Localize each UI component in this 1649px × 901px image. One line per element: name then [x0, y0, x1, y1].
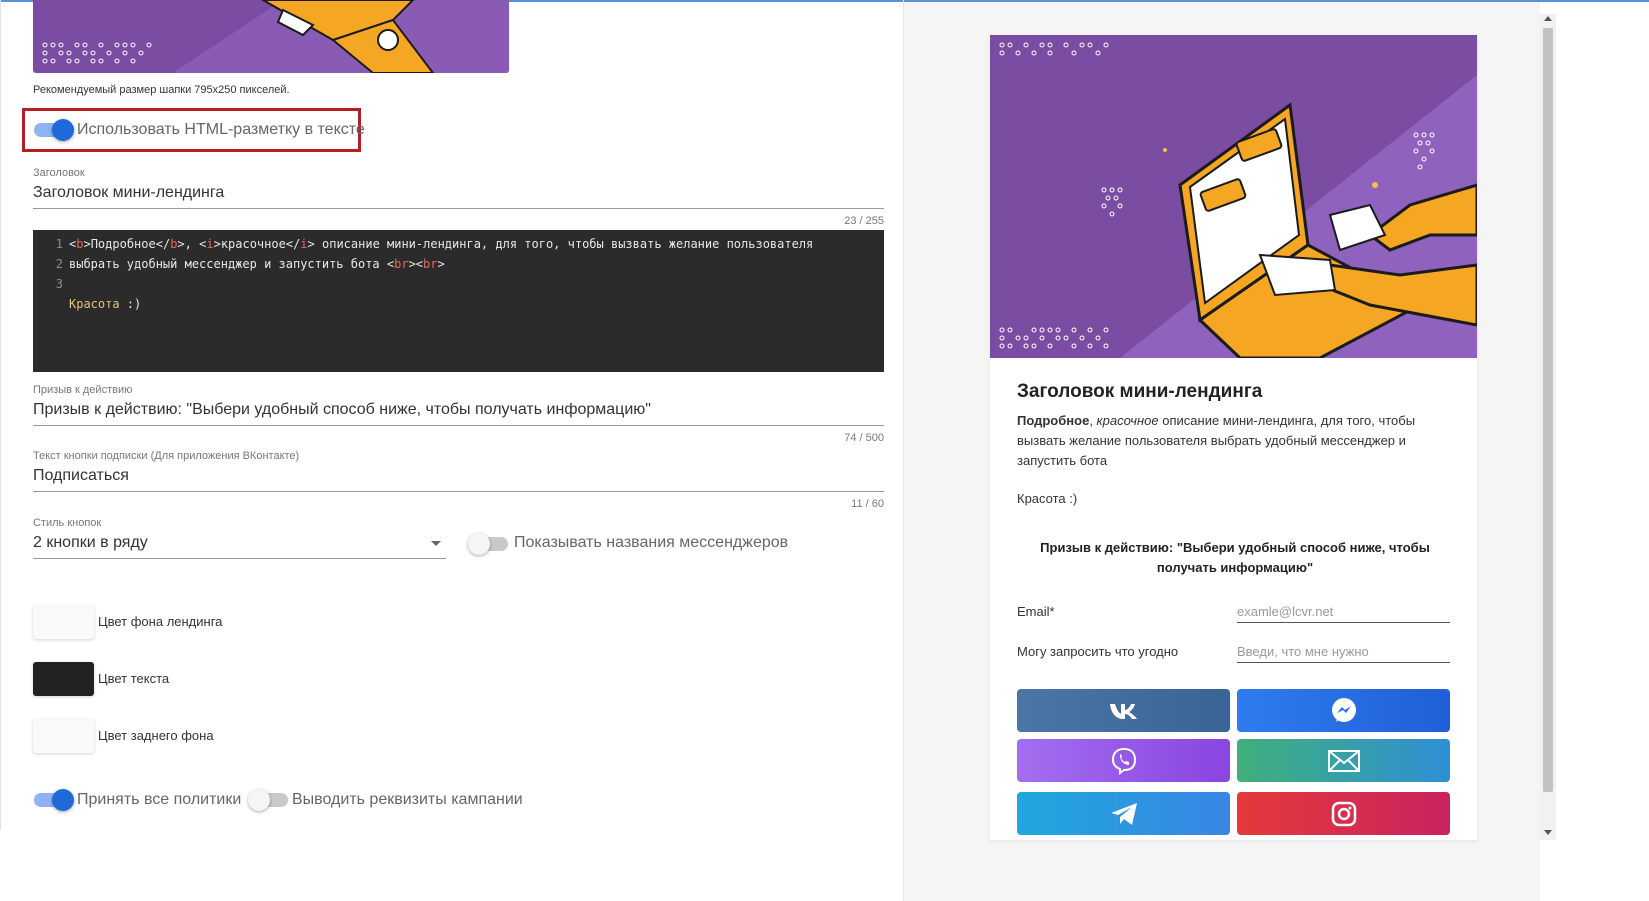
- cta-underline: [33, 425, 884, 426]
- show-names-label: Показывать названия мессенджеров: [514, 534, 789, 551]
- email-button[interactable]: [1237, 739, 1450, 782]
- subscribe-input[interactable]: Подписаться: [33, 467, 129, 485]
- header-size-hint: Рекомендуемый размер шапки 795x250 пиксе…: [33, 84, 290, 96]
- subscribe-counter: 11 / 60: [851, 498, 884, 510]
- preview-description: Подробное, красочное описание мини-ленди…: [1017, 413, 1416, 468]
- title-caption: Заголовок: [33, 167, 85, 179]
- html-code-editor[interactable]: 1 2 3 <b>Подробное</b>, <i>красочное</i>…: [33, 230, 884, 372]
- button-style-select[interactable]: 2 кнопки в ряду: [33, 534, 148, 552]
- vk-icon: [1109, 703, 1137, 719]
- messenger-button[interactable]: [1237, 689, 1450, 732]
- instagram-icon: [1331, 801, 1356, 826]
- request-label: Могу запросить что угодно: [1017, 644, 1179, 659]
- scrollbar-thumb[interactable]: [1543, 28, 1553, 792]
- vk-button[interactable]: [1017, 689, 1230, 732]
- title-counter: 23 / 255: [844, 215, 884, 227]
- switch-knob: [52, 789, 74, 811]
- chevron-down-icon[interactable]: [431, 541, 441, 546]
- preview-title: Заголовок мини-лендинга: [1017, 381, 1263, 402]
- instagram-button[interactable]: [1237, 792, 1450, 835]
- button-style-underline: [33, 558, 446, 559]
- switch-knob: [52, 119, 74, 141]
- html-markup-label: Использовать HTML-разметку в тексте: [77, 121, 365, 138]
- telegram-icon: [1110, 802, 1137, 825]
- cta-caption: Призыв к действию: [33, 384, 133, 396]
- back-bg-color-label: Цвет заднего фона: [98, 728, 214, 743]
- cta-input[interactable]: Призыв к действию: "Выбери удобный спосо…: [33, 401, 651, 419]
- messenger-icon: [1331, 697, 1356, 722]
- requisites-switch[interactable]: [248, 789, 288, 811]
- line-number: 1: [55, 237, 63, 251]
- line-number: 2: [55, 257, 63, 271]
- cta-counter: 74 / 500: [844, 432, 884, 444]
- header-image-thumbnail[interactable]: [33, 0, 509, 73]
- landing-preview-card: Заголовок мини-лендинга Подробное, красо…: [990, 35, 1477, 840]
- switch-knob: [248, 789, 270, 811]
- scroll-up-icon[interactable]: [1544, 16, 1552, 21]
- line-number: 3: [55, 277, 63, 291]
- preview-call-to-action: Призыв к действию: "Выбери удобный спосо…: [1040, 540, 1430, 575]
- show-names-switch[interactable]: [468, 533, 508, 555]
- button-style-caption: Стиль кнопок: [33, 517, 102, 529]
- text-color-label: Цвет текста: [98, 671, 170, 686]
- landing-bg-color-swatch[interactable]: [33, 605, 94, 639]
- mail-icon: [1327, 749, 1360, 772]
- code-line-3: Красота :): [69, 297, 142, 311]
- preview-extra-text: Красота :): [1017, 491, 1078, 506]
- switch-knob: [468, 533, 490, 555]
- left-edge-line: [0, 0, 1, 830]
- code-line-2: выбрать удобный мессенджер и запустить б…: [69, 257, 445, 271]
- title-underline: [33, 208, 884, 209]
- back-bg-color-swatch[interactable]: [33, 719, 94, 753]
- email-field[interactable]: [1237, 601, 1450, 623]
- code-line-1: <b>Подробное</b>, <i>красочное</i> описа…: [69, 237, 814, 251]
- banner-robot-laptop-icon: [990, 35, 1477, 358]
- landing-bg-color-label: Цвет фона лендинга: [98, 614, 223, 629]
- scroll-down-icon[interactable]: [1544, 830, 1552, 835]
- accept-policies-switch[interactable]: [34, 789, 74, 811]
- robot-illustration-icon: [42, 0, 509, 73]
- title-input[interactable]: Заголовок мини-лендинга: [33, 184, 224, 202]
- html-markup-switch[interactable]: [34, 119, 74, 141]
- telegram-button[interactable]: [1017, 792, 1230, 835]
- subscribe-underline: [33, 491, 884, 492]
- request-field[interactable]: [1237, 641, 1450, 663]
- text-color-swatch[interactable]: [33, 662, 94, 696]
- viber-icon: [1111, 747, 1136, 775]
- accept-policies-label: Принять все политики: [77, 791, 242, 808]
- email-label: Email*: [1017, 604, 1055, 619]
- viber-button[interactable]: [1017, 739, 1230, 782]
- requisites-label: Выводить реквизиты кампании: [292, 791, 523, 808]
- subscribe-caption: Текст кнопки подписки (Для приложения ВК…: [33, 450, 300, 462]
